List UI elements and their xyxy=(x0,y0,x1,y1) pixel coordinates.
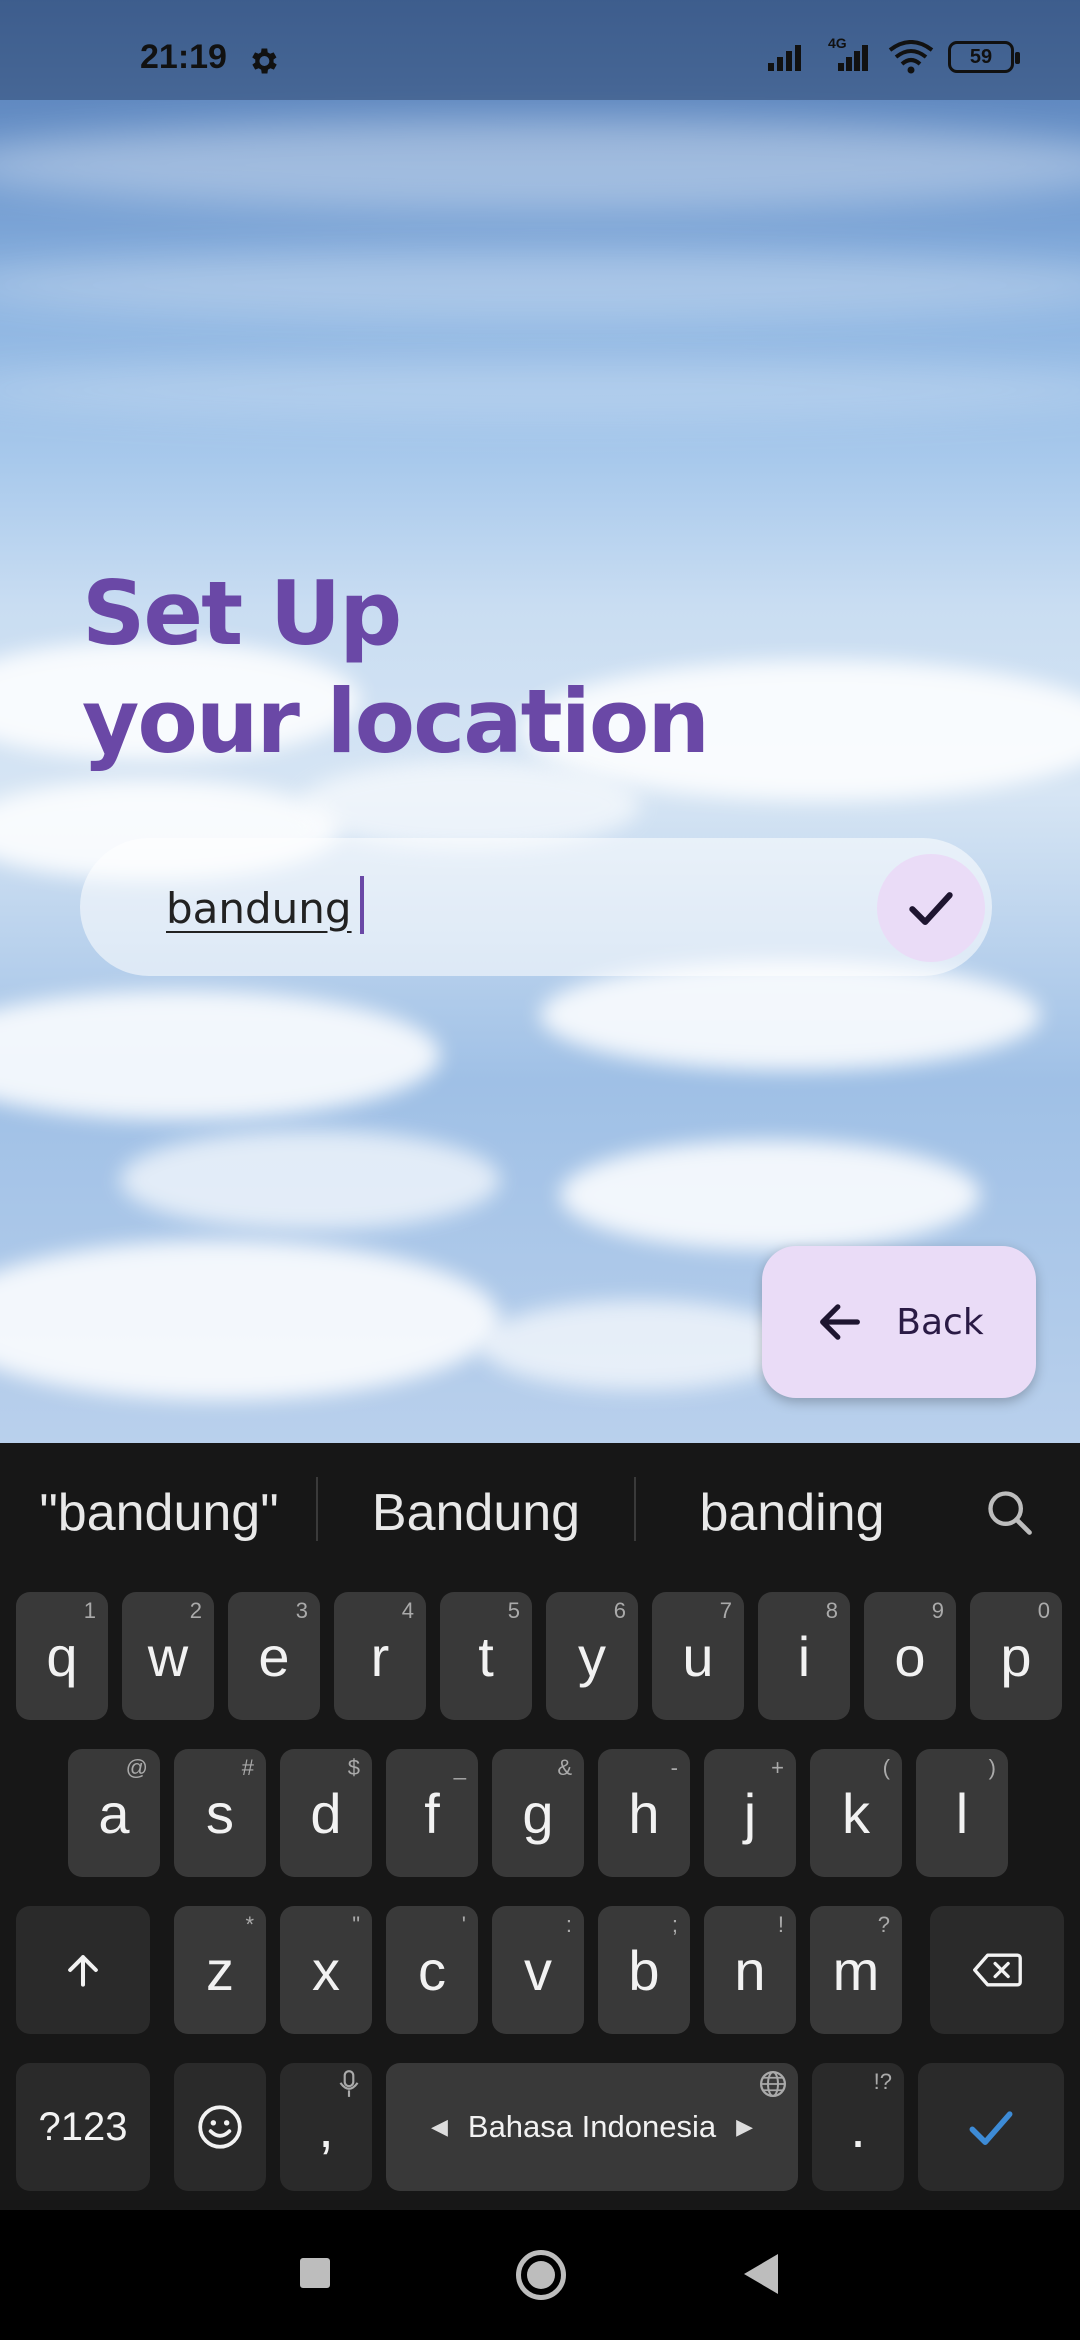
key-h[interactable]: h- xyxy=(598,1749,690,1877)
emoji-key[interactable] xyxy=(174,2063,266,2191)
status-bar: 21:19 4G 59 xyxy=(0,0,1080,100)
key-m[interactable]: m? xyxy=(810,1906,902,2034)
key-p[interactable]: p0 xyxy=(970,1592,1062,1720)
title-line-1: Set Up xyxy=(82,562,402,665)
shift-key[interactable] xyxy=(16,1906,150,2034)
lang-prev-icon: ◀ xyxy=(430,2114,448,2139)
key-j[interactable]: j + xyxy=(704,1749,796,1877)
battery-level: 59 xyxy=(969,45,993,68)
suggestion-1[interactable]: "bandung" xyxy=(34,1483,284,1543)
text-cursor xyxy=(360,876,364,934)
recents-button[interactable] xyxy=(300,2258,330,2288)
key-f[interactable]: f _ xyxy=(386,1749,478,1877)
enter-key[interactable] xyxy=(918,2063,1064,2191)
wifi-icon xyxy=(888,40,934,74)
settings-gear-icon xyxy=(252,48,277,74)
key-k[interactable]: k( xyxy=(810,1749,902,1877)
key-b[interactable]: b; xyxy=(598,1906,690,2034)
smiley-icon xyxy=(198,2105,242,2149)
back-button[interactable]: Back xyxy=(762,1246,1036,1398)
space-language-label: Bahasa Indonesia xyxy=(467,2109,717,2144)
status-icons: 4G 59 xyxy=(766,35,1020,74)
check-icon xyxy=(909,892,953,926)
signal-icon xyxy=(768,45,801,71)
mic-icon xyxy=(339,2070,359,2097)
key-a[interactable]: a @ xyxy=(68,1749,160,1877)
battery-indicator: 59 xyxy=(948,41,1020,73)
key-e[interactable]: e3 xyxy=(228,1592,320,1720)
key-z[interactable]: z * xyxy=(174,1906,266,2034)
navigation-bar xyxy=(0,2210,1080,2340)
key-l[interactable]: l) xyxy=(916,1749,1008,1877)
arrow-left-icon xyxy=(820,1304,861,1340)
backspace-icon xyxy=(973,1953,1022,1987)
globe-icon xyxy=(760,2071,786,2097)
key-i[interactable]: i8 xyxy=(758,1592,850,1720)
key-d[interactable]: d $ xyxy=(280,1749,372,1877)
signal-4g-icon: 4G xyxy=(824,35,874,73)
backspace-key[interactable] xyxy=(930,1906,1064,2034)
key-w[interactable]: w2 xyxy=(122,1592,214,1720)
period-key[interactable]: .!? xyxy=(812,2063,904,2191)
space-key[interactable]: ◀ Bahasa Indonesia ▶ xyxy=(386,2063,798,2191)
shift-arrow-icon xyxy=(68,1955,98,1987)
status-time: 21:19 xyxy=(140,38,227,76)
key-o[interactable]: o9 xyxy=(864,1592,956,1720)
key-c[interactable]: c ' xyxy=(386,1906,478,2034)
soft-keyboard: "bandung" Bandung banding q1 w2 e3 r4 t5… xyxy=(0,1443,1080,2210)
back-button-label: Back xyxy=(896,1301,984,1343)
suggestion-strip: "bandung" Bandung banding xyxy=(0,1443,1080,1573)
key-q[interactable]: q1 xyxy=(16,1592,108,1720)
suggestion-2[interactable]: Bandung xyxy=(346,1483,606,1543)
keyboard-search-icon[interactable] xyxy=(984,1487,1036,1539)
key-g[interactable]: g & xyxy=(492,1749,584,1877)
key-s[interactable]: s # xyxy=(174,1749,266,1877)
confirm-location-button[interactable] xyxy=(877,854,985,962)
key-x[interactable]: x " xyxy=(280,1906,372,2034)
comma-key[interactable]: , xyxy=(280,2063,372,2191)
suggestion-3[interactable]: banding xyxy=(662,1483,922,1543)
page-title: Set Up your location xyxy=(82,560,710,776)
home-button[interactable] xyxy=(516,2250,566,2300)
symbols-key[interactable]: ?123 xyxy=(16,2063,150,2191)
key-u[interactable]: u7 xyxy=(652,1592,744,1720)
title-line-2: your location xyxy=(82,670,710,773)
enter-check-icon xyxy=(969,2111,1013,2145)
location-input[interactable] xyxy=(166,878,846,938)
system-back-button[interactable] xyxy=(744,2254,778,2294)
key-y[interactable]: y6 xyxy=(546,1592,638,1720)
key-n[interactable]: n! xyxy=(704,1906,796,2034)
key-r[interactable]: r4 xyxy=(334,1592,426,1720)
lang-next-icon: ▶ xyxy=(736,2114,754,2139)
key-t[interactable]: t5 xyxy=(440,1592,532,1720)
location-search-field xyxy=(80,838,992,976)
key-v[interactable]: v: xyxy=(492,1906,584,2034)
